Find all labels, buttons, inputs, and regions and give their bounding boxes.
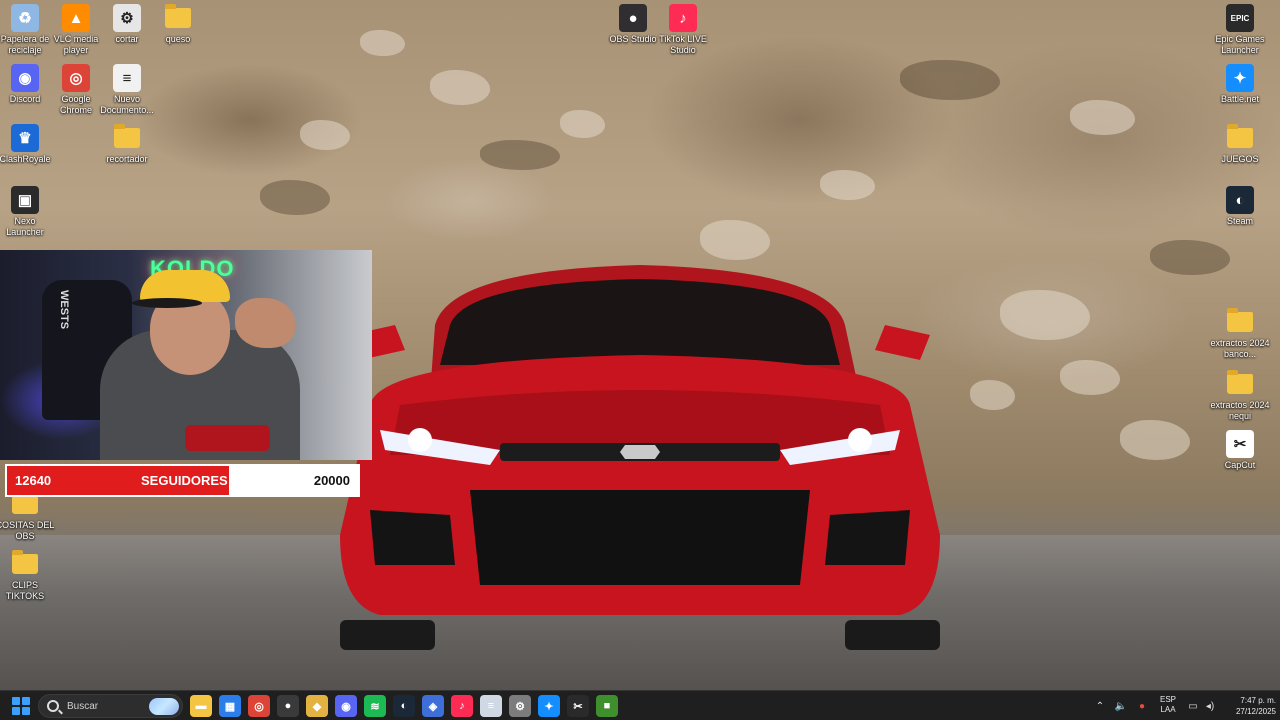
vpn-app-icon[interactable]: ◈ (422, 695, 444, 717)
desktop-icon[interactable]: ◐ Steam (1210, 186, 1270, 227)
vlc-icon: ▲ (62, 4, 90, 32)
desktop-icon[interactable]: ♪ TikTok LIVE Studio (653, 4, 713, 56)
search-icon (47, 700, 59, 712)
desktop-icon-label: Nuevo Documento... (100, 94, 154, 115)
steam-icon: ◐ (1226, 186, 1254, 214)
epic-games-icon: EPIC (1226, 4, 1254, 32)
desktop-icon[interactable]: ✦ Battle.net (1210, 64, 1270, 105)
clash-royale-icon: ♛ (11, 124, 39, 152)
clock-time: 7:47 p. m. (1240, 696, 1276, 705)
document-icon: ≡ (113, 64, 141, 92)
settings-icon[interactable]: ⚙ (509, 695, 531, 717)
stack-app-icon[interactable]: ◆ (306, 695, 328, 717)
desktop-icon[interactable]: CLIPS TIKTOKS (0, 550, 55, 602)
show-hidden-icons-chevron-icon[interactable]: ⌃ (1093, 691, 1107, 720)
speaker-icon[interactable]: ◂) (1203, 691, 1217, 720)
tiktok-taskbar-icon[interactable]: ♪ (451, 695, 473, 717)
clips-tiktoks-folder-icon (11, 550, 39, 578)
microphone-icon[interactable]: ● (1135, 691, 1149, 720)
desktop-icon-label: COSITAS DEL OBS (0, 520, 55, 541)
chrome-taskbar-icon[interactable]: ◎ (248, 695, 270, 717)
extractos-nequi-folder-icon (1226, 370, 1254, 398)
network-icon[interactable]: ▭ (1186, 691, 1200, 720)
desktop-icon[interactable]: extractos 2024 nequi (1210, 370, 1270, 422)
desktop-icon[interactable]: ▣ Nexo Launcher (0, 186, 55, 238)
capcut-icon: ✂ (1226, 430, 1254, 458)
search-highlight-icon (149, 698, 179, 715)
follower-count: 12640 (15, 473, 52, 488)
webcam-overlay: KOLDO WESTS (0, 250, 372, 460)
taskbar: Buscar ▬ ▦ ◎ ● ◆ ◉ ≋ ◐ ◈ ♪ ≡ ⚙ ✦ ✂ ■ ⌃ 🔈 ● ESP LAA ▭ ◂… (0, 690, 1280, 720)
steam-taskbar-icon[interactable]: ◐ (393, 695, 415, 717)
desktop-icon[interactable]: extractos 2024 banco... (1210, 308, 1270, 360)
minecraft-icon[interactable]: ■ (596, 695, 618, 717)
desktop-icon-label: extractos 2024 banco... (1210, 338, 1270, 359)
streamer-hand (235, 298, 295, 348)
clock-date: 27/12/2025 (1235, 707, 1276, 716)
discord-taskbar-icon[interactable]: ◉ (335, 695, 357, 717)
spotify-icon[interactable]: ≋ (364, 695, 386, 717)
camaro-car-image (340, 265, 940, 650)
desktop-icon-label: OBS Studio (609, 34, 657, 44)
tiktok-live-studio-icon: ♪ (669, 4, 697, 32)
chair-text: WESTS (58, 290, 70, 330)
search-placeholder: Buscar (67, 700, 99, 712)
desktop-icon[interactable]: EPIC Epic Games Launcher (1210, 4, 1270, 56)
battlenet-taskbar-icon[interactable]: ✦ (538, 695, 560, 717)
obs-studio-icon: ● (619, 4, 647, 32)
desktop-icon-label: CapCut (1224, 460, 1256, 470)
desktop-icon[interactable]: COSITAS DEL OBS (0, 490, 55, 542)
chrome-icon: ◎ (62, 64, 90, 92)
taskbar-search[interactable]: Buscar (38, 694, 183, 718)
follower-goal: 20000 (313, 473, 350, 488)
desktop-icon-label: cortar (115, 34, 139, 44)
obs-taskbar-icon[interactable]: ● (277, 695, 299, 717)
desktop-icon-label: ClashRoyale (0, 154, 51, 164)
desktop-icon-label: CLIPS TIKTOKS (5, 580, 45, 601)
desktop-icon-label: recortador (106, 154, 148, 164)
desktop-icon-label: Discord (9, 94, 41, 104)
recycle-bin-icon: ♻ (11, 4, 39, 32)
desktop-icon[interactable]: ♛ ClashRoyale (0, 124, 55, 165)
queso-folder-icon (164, 4, 192, 32)
desktop-icon-label: extractos 2024 nequi (1210, 400, 1270, 421)
recortador-folder-icon (113, 124, 141, 152)
capcut-taskbar-icon[interactable]: ✂ (567, 695, 589, 717)
clock[interactable]: 7:47 p. m. 27/12/2025 (1222, 695, 1276, 717)
desktop-icon-label: Nexo Launcher (6, 216, 44, 237)
desktop-icon-label: Epic Games Launcher (1215, 34, 1265, 55)
cortar-icon: ⚙ (113, 4, 141, 32)
extractos-banco-folder-icon (1226, 308, 1254, 336)
discord-icon: ◉ (11, 64, 39, 92)
desktop-icon[interactable]: recortador (97, 124, 157, 165)
language-indicator[interactable]: ESP LAA (1156, 695, 1180, 715)
follower-label: SEGUIDORES (141, 473, 228, 488)
juegos-folder-icon (1226, 124, 1254, 152)
battlenet-icon: ✦ (1226, 64, 1254, 92)
desktop-icon[interactable]: queso (148, 4, 208, 45)
desktop-icon-label: TikTok LIVE Studio (659, 34, 707, 55)
notepad-icon[interactable]: ≡ (480, 695, 502, 717)
desktop-icon[interactable]: JUEGOS (1210, 124, 1270, 165)
desktop-icon[interactable]: ≡ Nuevo Documento... (97, 64, 157, 116)
file-explorer-icon[interactable]: ▬ (190, 695, 212, 717)
store-icon[interactable]: ▦ (219, 695, 241, 717)
desktop-icon-label: queso (165, 34, 191, 44)
follower-goal-bar: 12640 SEGUIDORES 20000 (5, 464, 360, 497)
desktop-icon[interactable]: ✂ CapCut (1210, 430, 1270, 471)
desktop-icon-label: Steam (1226, 216, 1253, 226)
volume-icon[interactable]: 🔈 (1113, 691, 1129, 720)
start-button[interactable] (12, 697, 30, 715)
yellow-cap (140, 270, 230, 302)
microphone (185, 425, 270, 451)
nexo-launcher-icon: ▣ (11, 186, 39, 214)
desktop-icon-label: Battle.net (1220, 94, 1260, 104)
desktop-icon-label: JUEGOS (1221, 154, 1259, 164)
